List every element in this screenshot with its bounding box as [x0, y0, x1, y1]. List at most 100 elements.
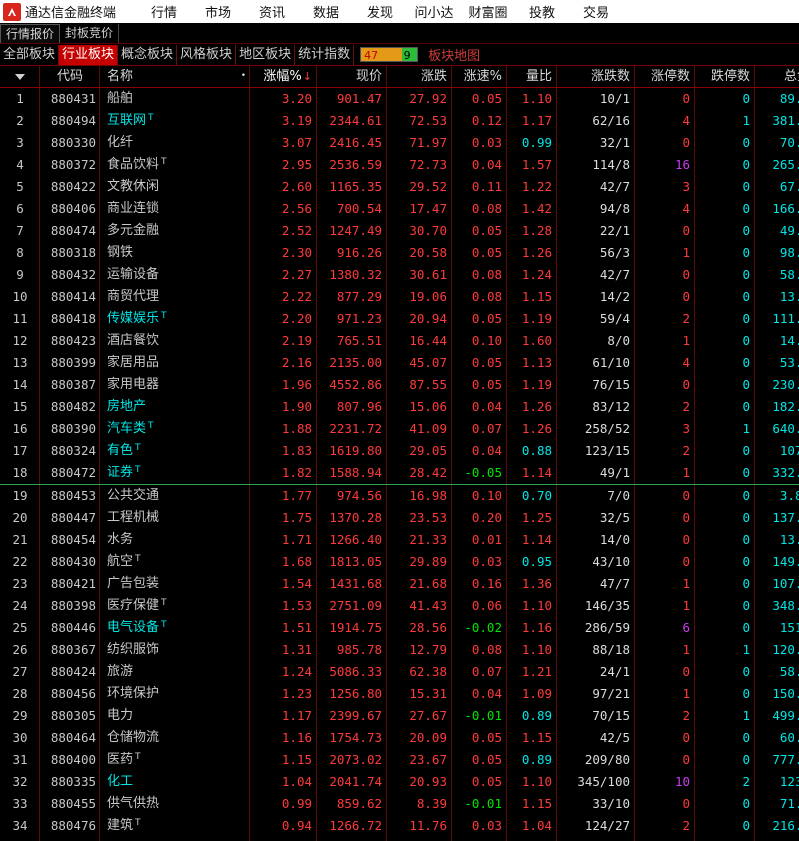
cell-amt: 13.6 — [779, 289, 799, 304]
cell-price: 1266.40 — [329, 532, 382, 547]
table-row[interactable]: 28 880456 环境保护 1.23 1256.80 15.31 0.04 1.09 97/2… — [0, 683, 799, 705]
row-index: 3 — [16, 135, 24, 150]
col-header-9[interactable]: 跌停数 — [695, 66, 755, 87]
cell-lu: 1 — [682, 598, 690, 613]
table-row[interactable]: 18 880472 证券 T 1.82 1588.94 28.42 -0.05 1.14 49/1… — [0, 462, 799, 485]
table-row[interactable]: 9 880432 运输设备 2.27 1380.32 30.61 0.08 1.24 42/7 0… — [0, 264, 799, 286]
column-options-dot-icon[interactable]: • — [241, 66, 246, 87]
cell-speed: 0.05 — [471, 223, 502, 238]
table-row[interactable]: 33 880455 供气供热 0.99 859.62 8.39 -0.01 1.15 33/10… — [0, 793, 799, 815]
sector-code: 880387 — [50, 377, 96, 392]
menu-item-8[interactable]: 交易 — [569, 2, 623, 21]
col-header-8[interactable]: 涨停数 — [635, 66, 695, 87]
sector-name-text: 食品饮料 — [107, 157, 160, 172]
cell-chg: 27.67 — [409, 708, 447, 723]
table-row[interactable]: 27 880424 旅游 1.24 5086.33 62.38 0.07 1.21 24/1 0 0… — [0, 661, 799, 683]
table-row[interactable]: 10 880414 商贸代理 2.22 877.29 19.06 0.08 1.15 14/2 0… — [0, 286, 799, 308]
cell-pct: 1.90 — [281, 399, 312, 414]
cell-vr: 1.21 — [521, 664, 552, 679]
table-row[interactable]: 2 880494 互联网 T 3.19 2344.61 72.53 0.12 1.17 62/16… — [0, 110, 799, 132]
table-row[interactable]: 29 880305 电力 1.17 2399.67 27.67 -0.01 0.89 70/15… — [0, 705, 799, 727]
table-row[interactable]: 3 880330 化纤 3.07 2416.45 71.97 0.03 0.99 32/1 0 0 7… — [0, 132, 799, 154]
menu-item-0[interactable]: 行情 — [137, 2, 191, 21]
cell-chg: 16.98 — [409, 488, 447, 503]
table-row[interactable]: 17 880324 有色 T 1.83 1619.80 29.05 0.04 0.88 123/1… — [0, 440, 799, 462]
col-header-7[interactable]: 涨跌数 — [557, 66, 635, 87]
col-header-1[interactable]: 名称 • — [100, 66, 250, 87]
col-header-5[interactable]: 涨速% — [452, 66, 507, 87]
col-header-3[interactable]: 现价 — [317, 66, 387, 87]
menu-item-2[interactable]: 资讯 — [245, 2, 299, 21]
cell-speed: 0.04 — [471, 399, 502, 414]
table-row[interactable]: 14 880387 家用电器 1.96 4552.86 87.55 0.05 1.19 76/1… — [0, 374, 799, 396]
category-tab-3[interactable]: 风格板块 — [177, 44, 237, 65]
category-tab-5[interactable]: 统计指数 — [295, 44, 355, 65]
table-row[interactable]: 7 880474 多元金融 2.52 1247.49 30.70 0.05 1.28 22/1 0… — [0, 220, 799, 242]
table-row[interactable]: 22 880430 航空 T 1.68 1813.05 29.89 0.03 0.95 43/10… — [0, 551, 799, 573]
cell-chg: 20.09 — [409, 730, 447, 745]
table-row[interactable]: 31 880400 医药 T 1.15 2073.02 23.67 0.05 0.89 209/8… — [0, 749, 799, 771]
cell-amt: 70.7 — [779, 135, 799, 150]
table-row[interactable]: 15 880482 房地产 1.90 807.96 15.06 0.04 1.26 83/12 2… — [0, 396, 799, 418]
table-row[interactable]: 13 880399 家居用品 2.16 2135.00 45.07 0.05 1.13 61/1… — [0, 352, 799, 374]
menu-item-3[interactable]: 数据 — [299, 2, 353, 21]
category-tab-4[interactable]: 地区板块 — [236, 44, 296, 65]
row-index: 11 — [12, 311, 28, 326]
table-row[interactable]: 19 880453 公共交通 1.77 974.56 16.98 0.10 0.70 7/0 0 0… — [0, 485, 799, 507]
cell-chg: 20.93 — [409, 774, 447, 789]
table-row[interactable]: 4 880372 食品饮料 T 2.95 2536.59 72.73 0.04 1.57 114/… — [0, 154, 799, 176]
category-tab-1[interactable]: 行业板块 — [59, 44, 119, 65]
cell-pct: 2.52 — [281, 223, 312, 238]
cell-pct: 1.83 — [281, 443, 312, 458]
table-row[interactable]: 25 880446 电气设备 T 1.51 1914.75 28.56 -0.02 1.16 28… — [0, 617, 799, 639]
cell-pct: 3.19 — [281, 113, 312, 128]
row-index: 8 — [16, 245, 24, 260]
col-header-0[interactable]: 代码 — [40, 66, 100, 87]
category-tab-0[interactable]: 全部板块 — [0, 44, 60, 65]
sector-name-text: 仓储物流 — [107, 730, 160, 745]
table-row[interactable]: 34 880476 建筑 T 0.94 1266.72 11.76 0.03 1.04 124/2… — [0, 815, 799, 837]
table-row[interactable]: 21 880454 水务 1.71 1266.40 21.33 0.01 1.14 14/0 0 0… — [0, 529, 799, 551]
table-row[interactable]: 26 880367 纺织服饰 1.31 985.78 12.79 0.08 1.10 88/18… — [0, 639, 799, 661]
cell-chg: 15.06 — [409, 399, 447, 414]
cell-vr: 1.36 — [521, 576, 552, 591]
sector-code: 880494 — [50, 113, 96, 128]
table-header: 代码名称•涨幅%↓现价涨跌涨速%量比涨跌数涨停数跌停数总金 — [0, 66, 799, 88]
menu-item-4[interactable]: 发现 — [353, 2, 407, 21]
cell-chg: 23.53 — [409, 510, 447, 525]
cell-ud: 42/5 — [599, 730, 630, 745]
tab-limit-auction[interactable]: 封板竞价 — [60, 24, 120, 43]
table-row[interactable]: 24 880398 医疗保健 T 1.53 2751.09 41.43 0.06 1.10 146… — [0, 595, 799, 617]
table-row[interactable]: 16 880390 汽车类 T 1.88 2231.72 41.09 0.07 1.26 258/… — [0, 418, 799, 440]
sort-menu-icon[interactable] — [0, 66, 40, 87]
table-row[interactable]: 12 880423 酒店餐饮 2.19 765.51 16.44 0.10 1.60 8/0 1 0… — [0, 330, 799, 352]
category-tab-2[interactable]: 概念板块 — [118, 44, 178, 65]
table-row[interactable]: 30 880464 仓储物流 1.16 1754.73 20.09 0.05 1.15 42/5… — [0, 727, 799, 749]
menu-item-5[interactable]: 问小达 — [407, 2, 461, 21]
cell-pct: 1.51 — [281, 620, 312, 635]
table-row[interactable]: 11 880418 传媒娱乐 T 2.20 971.23 20.94 0.05 1.19 59/4… — [0, 308, 799, 330]
table-row[interactable]: 20 880447 工程机械 1.75 1370.28 23.53 0.20 1.25 32/5… — [0, 507, 799, 529]
table-row[interactable]: 23 880421 广告包装 1.54 1431.68 21.68 0.16 1.36 47/7… — [0, 573, 799, 595]
sector-name: 旅游 — [100, 661, 250, 683]
table-row[interactable]: 1 880431 船舶 3.20 901.47 27.92 0.05 1.10 10/1 0 0 89… — [0, 88, 799, 110]
menu-item-1[interactable]: 市场 — [191, 2, 245, 21]
table-row[interactable]: 6 880406 商业连锁 2.56 700.54 17.47 0.08 1.42 94/8 4 0… — [0, 198, 799, 220]
col-header-10[interactable]: 总金 — [755, 66, 799, 87]
cell-ld: 0 — [742, 355, 750, 370]
cell-ud: 61/10 — [592, 355, 630, 370]
tab-quote[interactable]: 行情报价 — [0, 24, 61, 43]
sector-map-button[interactable]: 板块地图 — [428, 45, 480, 64]
table-row[interactable]: 5 880422 文教休闲 2.60 1165.35 29.52 0.11 1.22 42/7 3… — [0, 176, 799, 198]
cell-chg: 27.92 — [409, 91, 447, 106]
row-index: 5 — [16, 179, 24, 194]
col-header-6[interactable]: 量比 — [507, 66, 557, 87]
app-logo-icon[interactable] — [3, 2, 21, 21]
menu-item-6[interactable]: 财富圈 — [461, 2, 515, 21]
table-row[interactable]: 32 880335 化工 1.04 2041.74 20.93 0.05 1.10 345/10… — [0, 771, 799, 793]
table-row[interactable]: 8 880318 钢铁 2.30 916.26 20.58 0.05 1.26 56/3 1 0 98… — [0, 242, 799, 264]
col-header-4[interactable]: 涨跌 — [387, 66, 452, 87]
cell-ld: 0 — [742, 510, 750, 525]
col-header-2[interactable]: 涨幅%↓ — [250, 66, 317, 87]
menu-item-7[interactable]: 投教 — [515, 2, 569, 21]
